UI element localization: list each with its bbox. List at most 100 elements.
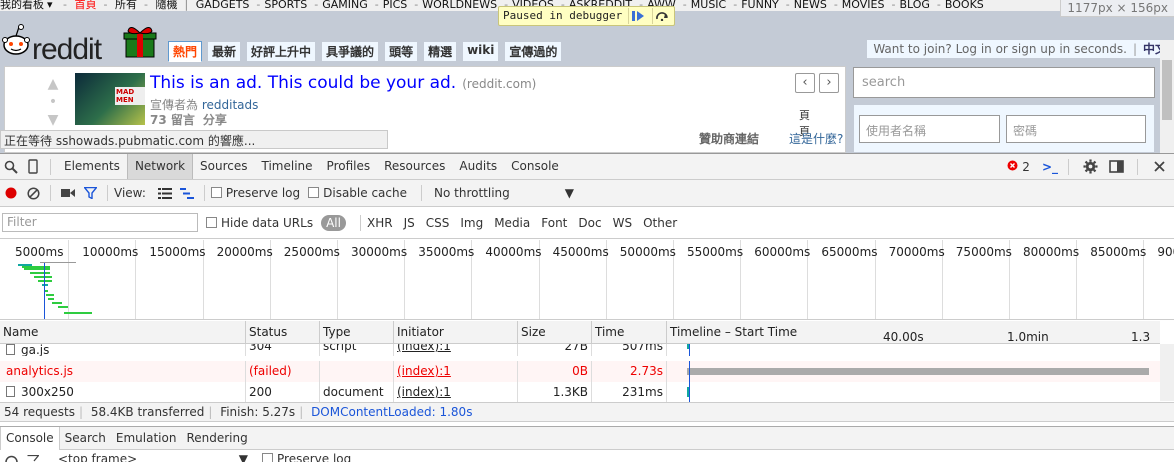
srbar-link[interactable]: MOVIES [842, 0, 885, 11]
waterfall-view-icon[interactable] [176, 182, 198, 204]
filter-type-button[interactable]: JS [404, 216, 415, 230]
console-preserve-checkbox[interactable]: Preserve log [262, 452, 351, 462]
sort-tab[interactable]: 宣傳過的 [504, 41, 563, 62]
page-scroll-thumb[interactable] [1162, 60, 1172, 120]
sort-tab[interactable]: 頭等 [384, 41, 419, 62]
filter-type-button[interactable]: Img [460, 216, 483, 230]
cell-initiator-text[interactable]: (index):1 [397, 364, 451, 378]
error-icon[interactable] [1007, 160, 1018, 174]
col-initiator[interactable]: Initiator [394, 321, 518, 344]
srbar-link[interactable]: SPORTS [264, 0, 307, 11]
devtools-tab[interactable]: Audits [452, 154, 504, 179]
col-size[interactable]: Size [518, 321, 592, 344]
table-row[interactable]: analytics.js (failed) (index):1 0B 2.73s [0, 361, 1160, 382]
srbar-link[interactable]: BOOKS [945, 0, 984, 11]
devtools-tab[interactable]: Profiles [320, 154, 378, 179]
devtools-tab[interactable]: Console [504, 154, 566, 179]
col-type[interactable]: Type [320, 321, 394, 344]
gift-icon[interactable] [123, 25, 157, 59]
srbar-link[interactable]: PICS [383, 0, 408, 11]
sort-tab[interactable]: 好評上升中 [246, 41, 317, 62]
record-icon[interactable] [0, 182, 22, 204]
hide-data-urls-checkbox[interactable]: Hide data URLs [206, 216, 313, 230]
sort-tab[interactable]: 最新 [207, 41, 242, 62]
cell-initiator[interactable]: (index):1 [394, 361, 518, 382]
ad-title[interactable]: This is an ad. This could be your ad. (re… [150, 73, 536, 93]
filter-input[interactable]: Filter [2, 213, 198, 232]
promoter-link[interactable]: redditads [202, 98, 259, 112]
drawer-tab[interactable]: Emulation [111, 427, 182, 450]
filter-type-button[interactable]: Media [494, 216, 530, 230]
device-mode-icon[interactable] [22, 156, 44, 178]
ad-thumbnail[interactable]: MAD MEN [75, 73, 145, 125]
my-subreddits-menu[interactable]: 我的看板 [0, 0, 44, 11]
checkbox-box[interactable] [206, 216, 217, 228]
devtools-tab[interactable]: Sources [193, 154, 254, 179]
step-over-icon[interactable] [652, 8, 670, 24]
filter-all-button[interactable]: All [321, 214, 346, 231]
filter-type-button[interactable]: CSS [426, 216, 450, 230]
drawer-tab[interactable]: Console [0, 426, 60, 450]
share-link[interactable]: 分享 [203, 113, 227, 127]
drawer-tab[interactable]: Search [60, 427, 111, 450]
col-time[interactable]: Time [592, 321, 667, 344]
checkbox-box[interactable] [262, 453, 273, 462]
filter-type-button[interactable]: Other [643, 216, 677, 230]
srbar-link[interactable]: BLOG [899, 0, 929, 11]
filter-type-button[interactable]: XHR [367, 216, 393, 230]
network-overview[interactable]: 5000ms 10000ms 15000ms 20000ms 25000ms 30000m… [0, 240, 1174, 320]
preserve-log-checkbox[interactable]: Preserve log [210, 186, 300, 200]
error-count[interactable]: 2 [1022, 160, 1030, 174]
list-view-icon[interactable] [154, 182, 176, 204]
resume-icon[interactable] [628, 8, 646, 24]
console-drawer-icon[interactable]: >_ [1042, 160, 1058, 174]
srbar-link[interactable]: NEWS [794, 0, 827, 11]
srbar-link[interactable]: GAMING [322, 0, 368, 11]
srbar-random[interactable]: 隨機 [155, 0, 177, 11]
password-field[interactable]: 密碼 [1006, 115, 1146, 143]
clear-console-icon[interactable] [0, 451, 22, 462]
ad-prev-button[interactable]: ‹ [795, 73, 815, 93]
ad-domain[interactable]: (reddit.com) [462, 77, 536, 91]
srbar-popular[interactable]: 首頁 [75, 0, 97, 11]
cell-initiator[interactable]: (index):1 [394, 344, 518, 356]
filter-type-button[interactable]: WS [613, 216, 632, 230]
devtools-tab[interactable]: Network [126, 154, 194, 179]
cell-initiator-text[interactable]: (index):1 [397, 344, 451, 353]
sort-tab[interactable]: 熱門 [168, 41, 203, 62]
join-link[interactable]: Want to join? Log in or sign up in secon… [873, 42, 1127, 56]
srbar-link[interactable]: FUNNY [741, 0, 779, 11]
reddit-logo-text[interactable]: reddit [32, 33, 102, 67]
ad-next-button[interactable]: › [819, 73, 839, 93]
devtools-tab[interactable]: Elements [57, 154, 127, 179]
clear-icon[interactable] [22, 182, 44, 204]
devtools-tab[interactable]: Resources [377, 154, 452, 179]
filter-icon[interactable] [79, 182, 101, 204]
col-name[interactable]: Name [0, 321, 246, 344]
disable-cache-checkbox[interactable]: Disable cache [308, 186, 407, 200]
console-filter-icon[interactable] [22, 451, 44, 462]
filter-type-button[interactable]: Doc [578, 216, 601, 230]
page-scrollbar[interactable] [1160, 40, 1174, 153]
ad-title-link[interactable]: This is an ad. This could be your ad. [150, 73, 456, 93]
col-status[interactable]: Status [246, 321, 320, 344]
upvote-icon[interactable]: ▲ [43, 75, 63, 93]
chevron-down-icon[interactable]: ▾ [47, 0, 53, 11]
srbar-all[interactable]: 所有 [115, 0, 137, 11]
dock-side-icon[interactable] [1105, 156, 1127, 178]
what-is-this-link[interactable]: 這是什麼? [789, 130, 843, 147]
sort-tab[interactable]: 具爭議的 [321, 41, 380, 62]
frame-select[interactable]: <top frame> ▼ [58, 452, 248, 462]
throttling-select[interactable]: No throttling ▼ [434, 186, 574, 200]
devtools-tab[interactable]: Timeline [255, 154, 320, 179]
table-row[interactable]: 300x250 200 document (index):1 1.3KB 231ms [0, 382, 1160, 403]
sort-tab[interactable]: wiki [462, 41, 500, 62]
close-icon[interactable] [1148, 156, 1170, 178]
sort-tab[interactable]: 精選 [423, 41, 458, 62]
reddit-alien-icon[interactable] [2, 23, 30, 57]
drawer-tab[interactable]: Rendering [181, 427, 252, 450]
table-row[interactable]: ga.js 304 script (index):1 27B 507ms [0, 344, 1160, 356]
filter-type-button[interactable]: Font [541, 216, 567, 230]
srbar-link[interactable]: WORLDNEWS [422, 0, 497, 11]
checkbox-box[interactable] [210, 187, 222, 198]
